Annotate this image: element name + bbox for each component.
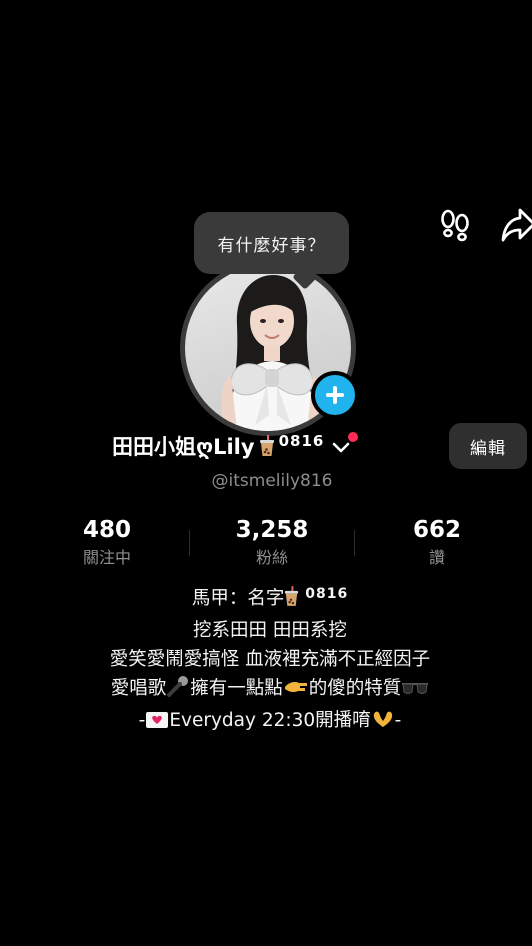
bio-line: - Everyday 22:30開播唷 - xyxy=(0,706,532,738)
bio-text: 愛唱歌 xyxy=(110,678,167,699)
chevron-down-icon[interactable] xyxy=(330,432,359,458)
stat-divider xyxy=(189,530,190,556)
followers-stat[interactable]: 3,258 粉絲 xyxy=(212,514,332,570)
stat-divider xyxy=(354,530,355,556)
username-handle: @itsmelily816 xyxy=(211,471,333,491)
profile-bio[interactable]: 馬甲：名字 0816 挖系田田 田田系挖 愛笑愛鬧愛搞怪 血液裡充滿不正經因子 … xyxy=(0,584,532,738)
status-bubble[interactable]: 有什麼好事？ xyxy=(194,212,349,274)
microphone-icon xyxy=(166,675,190,706)
bubble-tea-icon xyxy=(259,435,275,457)
likes-label: 讚 xyxy=(428,548,445,567)
bio-line: 馬甲：名字 0816 xyxy=(0,584,532,616)
bio-text: 馬甲：名字 xyxy=(191,588,285,609)
bio-text: - xyxy=(138,710,146,731)
bio-line: 挖系田田 田田系挖 xyxy=(193,620,347,641)
pinching-hand-icon xyxy=(283,677,309,706)
profile-screen: 有什麼好事？ 田田小姐ღLily 0816 編輯 @itsmelily816 4… xyxy=(0,0,532,946)
status-bubble-text: 有什麼好事？ xyxy=(217,235,326,256)
footprints-icon[interactable] xyxy=(438,204,474,244)
bio-line: 愛笑愛鬧愛搞怪 血液裡充滿不正經因子 xyxy=(109,649,431,670)
likes-count: 662 xyxy=(412,517,461,543)
sunglasses-icon xyxy=(401,677,429,706)
add-avatar-button[interactable] xyxy=(311,371,359,419)
name-row[interactable]: 田田小姐ღLily 0816 xyxy=(112,425,359,467)
followers-count: 3,258 xyxy=(235,517,309,543)
display-name-suffix: 0816 xyxy=(278,432,325,450)
bio-text: 0816 xyxy=(305,586,349,602)
profile-stats: 480 關注中 3,258 粉絲 662 讚 xyxy=(0,514,532,578)
display-name: 田田小姐ღLily xyxy=(112,435,255,459)
likes-stat[interactable]: 662 讚 xyxy=(377,514,497,570)
notification-dot xyxy=(348,432,359,442)
bio-text: 擁有一點點 xyxy=(190,678,283,699)
bio-text: 的傻的特質 xyxy=(308,678,402,699)
following-count: 480 xyxy=(82,517,131,543)
plus-icon xyxy=(326,386,344,404)
bio-text: Everyday 22:30開播唷 xyxy=(169,710,371,731)
share-icon[interactable] xyxy=(500,204,532,244)
bubble-tea-icon xyxy=(284,586,299,616)
bio-text: - xyxy=(394,710,402,731)
following-stat[interactable]: 480 關注中 xyxy=(47,514,167,570)
following-label: 關注中 xyxy=(82,548,131,567)
love-letter-icon xyxy=(145,709,169,738)
followers-label: 粉絲 xyxy=(255,548,288,567)
heart-hands-icon xyxy=(371,709,395,738)
bio-line: 愛唱歌 擁有一點點 的傻的特質 xyxy=(0,674,532,706)
edit-profile-button[interactable]: 編輯 xyxy=(449,423,527,469)
